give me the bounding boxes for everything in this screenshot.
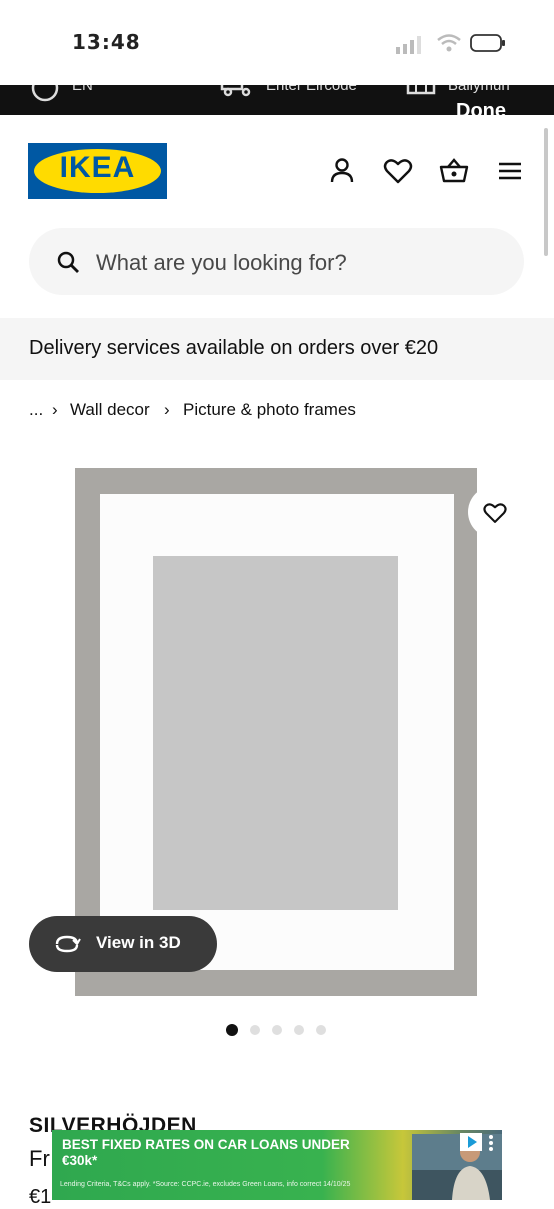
store-label[interactable]: Ballymun [448, 85, 510, 94]
ad-fine-print: Lending Criteria, T&Cs apply. *Source: C… [60, 1181, 351, 1188]
rotate-3d-icon [55, 935, 81, 953]
basket-icon[interactable] [438, 155, 470, 187]
heart-icon[interactable] [382, 155, 414, 187]
breadcrumb-ellipsis[interactable]: ... [29, 400, 43, 420]
logo-text: IKEA [59, 151, 136, 184]
ad-banner[interactable]: BEST FIXED RATES ON CAR LOANS UNDER €30k… [52, 1130, 502, 1200]
battery-icon [470, 34, 505, 52]
breadcrumb-wall-decor[interactable]: Wall decor [70, 400, 150, 420]
carousel-dot[interactable] [294, 1025, 304, 1035]
carousel-dot[interactable] [272, 1025, 282, 1035]
language-label[interactable]: EN [72, 85, 93, 94]
status-time: 13:48 [72, 30, 141, 54]
delivery-text: Delivery services available on orders ov… [29, 337, 439, 359]
ad-choices-icon[interactable] [460, 1133, 482, 1151]
eircode-label[interactable]: Enter Eircode [266, 85, 357, 94]
carousel-dot[interactable] [316, 1025, 326, 1035]
store-icon [406, 85, 436, 95]
product-subtitle: Fr [29, 1146, 50, 1171]
search-placeholder: What are you looking for? [96, 250, 347, 275]
heart-icon [483, 503, 507, 523]
product-price: €1 [29, 1186, 52, 1208]
carousel-dot[interactable] [226, 1024, 238, 1036]
carousel-dot[interactable] [250, 1025, 260, 1035]
truck-icon [220, 85, 251, 97]
breadcrumb-picture-frames[interactable]: Picture & photo frames [183, 400, 356, 420]
scrollbar[interactable] [544, 128, 548, 256]
ad-headline: BEST FIXED RATES ON CAR LOANS UNDER €30k… [62, 1137, 350, 1168]
favourite-button[interactable] [468, 486, 520, 538]
more-options-icon[interactable] [488, 1134, 494, 1152]
menu-icon[interactable] [494, 155, 526, 187]
chevron-right-icon: › [52, 400, 58, 419]
done-button[interactable]: Done [456, 100, 506, 123]
search-icon [57, 251, 79, 273]
signal-icon [396, 36, 421, 54]
account-icon[interactable] [326, 155, 358, 187]
globe-icon[interactable] [30, 85, 60, 103]
ikea-logo[interactable]: IKEA [28, 143, 167, 199]
chevron-right-icon: › [164, 400, 170, 419]
view-in-3d-label: View in 3D [96, 933, 181, 952]
frame-photo-area [153, 556, 398, 910]
wifi-icon [437, 34, 461, 52]
